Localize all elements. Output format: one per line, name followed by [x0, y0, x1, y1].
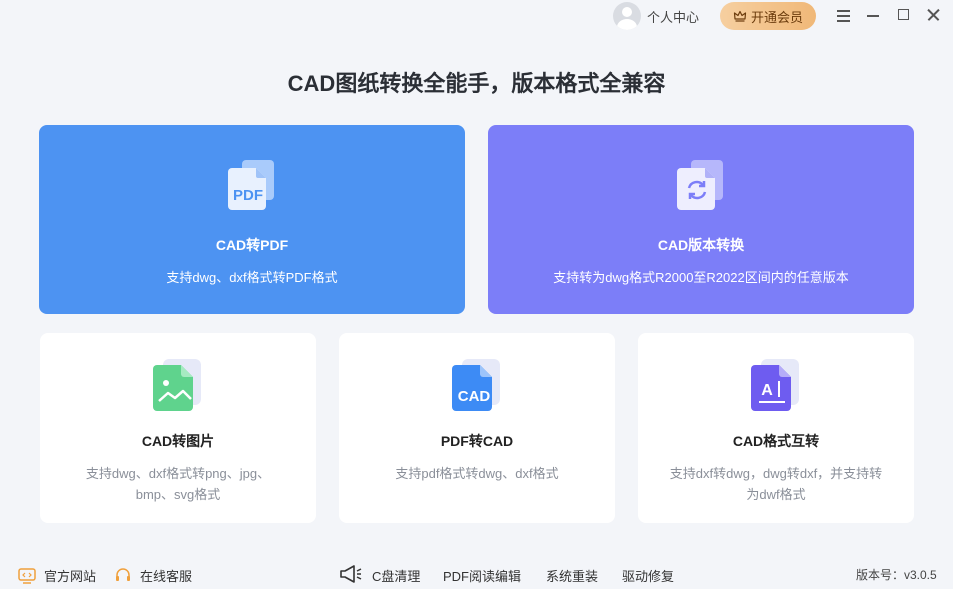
- cad-file-icon: CAD: [452, 357, 500, 413]
- pdf-file-icon: PDF: [228, 158, 276, 214]
- official-site-link[interactable]: 官方网站: [18, 566, 96, 585]
- megaphone-icon: [340, 565, 362, 583]
- vip-button[interactable]: 开通会员: [720, 2, 816, 30]
- pdf-reader-link[interactable]: PDF阅读编辑: [443, 566, 521, 585]
- footer: 官方网站 在线客服 C盘清理 PDF阅读编辑 系统重装 驱动修复 版本号：v3.…: [0, 558, 953, 589]
- cad-to-pdf-card[interactable]: PDF CAD转PDF 支持dwg、dxf格式转PDF格式: [39, 125, 465, 314]
- svg-text:A: A: [761, 382, 773, 399]
- card-description: 支持pdf格式转dwg、dxf格式: [395, 466, 559, 481]
- user-center-label: 个人中心: [647, 9, 700, 25]
- avatar: [613, 2, 641, 30]
- format-text-icon: A: [751, 357, 799, 413]
- card-description: 支持dxf转dwg，dwg转dxf，并支持转为dwf格式: [669, 466, 883, 502]
- online-service-label: 在线客服: [140, 569, 193, 584]
- svg-text:PDF: PDF: [233, 187, 263, 204]
- svg-text:CAD: CAD: [458, 388, 491, 405]
- minimize-icon[interactable]: [864, 6, 882, 24]
- online-service-link[interactable]: 在线客服: [114, 566, 192, 585]
- title-bar: 个人中心 开通会员: [0, 0, 953, 34]
- crown-icon: [733, 10, 747, 22]
- system-reinstall-link[interactable]: 系统重装: [546, 566, 598, 585]
- official-site-label: 官方网站: [44, 569, 97, 584]
- card-title: CAD格式互转: [732, 433, 820, 449]
- pdf-to-cad-card[interactable]: CAD PDF转CAD 支持pdf格式转dwg、dxf格式: [339, 333, 615, 523]
- vip-label: 开通会员: [750, 9, 803, 25]
- card-title: CAD转图片: [141, 433, 215, 449]
- driver-repair-link[interactable]: 驱动修复: [622, 566, 674, 585]
- headset-icon: [116, 567, 130, 581]
- image-file-icon: [153, 357, 201, 413]
- menu-icon[interactable]: [835, 6, 853, 24]
- card-description: 支持转为dwg格式R2000至R2022区间内的任意版本: [553, 270, 849, 285]
- close-icon[interactable]: [925, 6, 943, 24]
- cad-format-convert-card[interactable]: A CAD格式互转 支持dxf转dwg，dwg转dxf，并支持转为dwf格式: [638, 333, 914, 523]
- disk-cleanup-link[interactable]: C盘清理: [372, 566, 420, 585]
- user-center-button[interactable]: 个人中心: [613, 2, 699, 30]
- card-description: 支持dwg、dxf格式转PDF格式: [166, 270, 338, 285]
- card-title: CAD转PDF: [215, 237, 289, 253]
- monitor-icon: [18, 567, 36, 584]
- card-title: PDF转CAD: [440, 433, 514, 449]
- maximize-icon[interactable]: [895, 6, 913, 24]
- page-title: CAD图纸转换全能手，版本格式全兼容: [287, 71, 666, 96]
- card-description: 支持dwg、dxf格式转png、jpg、bmp、svg格式: [85, 466, 271, 502]
- version-convert-icon: [677, 158, 725, 214]
- version-label: 版本号：v3.0.5: [856, 568, 937, 582]
- card-title: CAD版本转换: [657, 237, 745, 253]
- cad-version-convert-card[interactable]: CAD版本转换 支持转为dwg格式R2000至R2022区间内的任意版本: [488, 125, 914, 314]
- cad-to-image-card[interactable]: CAD转图片 支持dwg、dxf格式转png、jpg、bmp、svg格式: [40, 333, 316, 523]
